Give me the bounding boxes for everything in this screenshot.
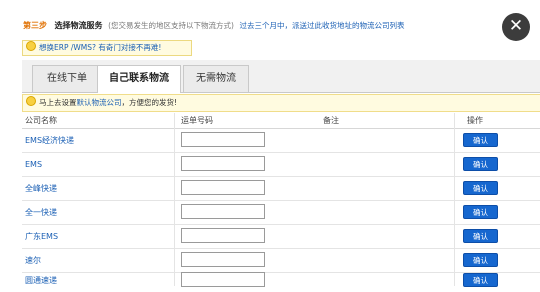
confirm-button[interactable]: 确认 — [463, 157, 498, 171]
table-row: 广东EMS 确认 — [22, 225, 540, 249]
step-note: (您交易发生的地区支持以下物流方式) — [108, 21, 234, 30]
close-icon[interactable]: ✕ — [502, 13, 530, 41]
confirm-button[interactable]: 确认 — [463, 181, 498, 195]
company-name[interactable]: 全峰快递 — [25, 177, 57, 200]
confirm-button[interactable]: 确认 — [463, 229, 498, 243]
col-tracking: 运单号码 — [181, 116, 213, 125]
step-header: 第三步 选择物流服务 (您交易发生的地区支持以下物流方式) 过去三个月中，派送过… — [23, 20, 405, 32]
erp-tip-text[interactable]: 想换ERP /WMS? 有奇门对接不再难! — [39, 43, 161, 52]
lightbulb-icon — [26, 96, 36, 106]
logistics-tabs: 在线下单 自己联系物流 无需物流 — [22, 60, 540, 93]
company-name[interactable]: 圆通速递 — [25, 269, 57, 292]
company-name[interactable]: EMS经济快递 — [25, 129, 74, 152]
confirm-button[interactable]: 确认 — [463, 273, 498, 287]
tab-self-contact[interactable]: 自己联系物流 — [97, 65, 181, 93]
tracking-number-input[interactable] — [181, 228, 265, 243]
default-company-notice: 马上去设置默认物流公司，方便您的发货! — [22, 94, 540, 112]
tracking-number-input[interactable] — [181, 204, 265, 219]
confirm-button[interactable]: 确认 — [463, 253, 498, 267]
notice-prefix: 马上去设置 — [39, 98, 77, 107]
default-company-link[interactable]: 默认物流公司 — [77, 98, 122, 107]
tab-no-logistics[interactable]: 无需物流 — [183, 65, 249, 92]
col-company: 公司名称 — [25, 116, 57, 125]
erp-tip[interactable]: 想换ERP /WMS? 有奇门对接不再难! — [22, 40, 192, 56]
company-name[interactable]: 广东EMS — [25, 225, 58, 248]
company-name[interactable]: 全一快递 — [25, 201, 57, 224]
confirm-button[interactable]: 确认 — [463, 205, 498, 219]
table-row: EMS经济快递 确认 — [22, 129, 540, 153]
company-name[interactable]: EMS — [25, 153, 42, 176]
tracking-number-input[interactable] — [181, 156, 265, 171]
tracking-number-input[interactable] — [181, 180, 265, 195]
lightbulb-icon — [26, 41, 36, 51]
col-action: 操作 — [467, 116, 483, 125]
tracking-number-input[interactable] — [181, 132, 265, 147]
notice-suffix: ，方便您的发货! — [121, 98, 178, 107]
step-number: 第三步 — [23, 21, 47, 30]
table-header: 公司名称 运单号码 备注 操作 — [22, 113, 540, 129]
table-row: 全峰快递 确认 — [22, 177, 540, 201]
recent-logistics-link[interactable]: 过去三个月中，派送过此收货地址的物流公司列表 — [240, 21, 405, 30]
tracking-number-input[interactable] — [181, 252, 265, 267]
table-row: EMS 确认 — [22, 153, 540, 177]
tab-online-order[interactable]: 在线下单 — [32, 65, 102, 92]
confirm-button[interactable]: 确认 — [463, 133, 498, 147]
tracking-number-input[interactable] — [181, 272, 265, 287]
col-remark: 备注 — [323, 116, 339, 125]
step-title: 选择物流服务 — [54, 21, 103, 30]
table-row: 全一快递 确认 — [22, 201, 540, 225]
table-row: 圆通速递 确认 — [22, 269, 540, 287]
